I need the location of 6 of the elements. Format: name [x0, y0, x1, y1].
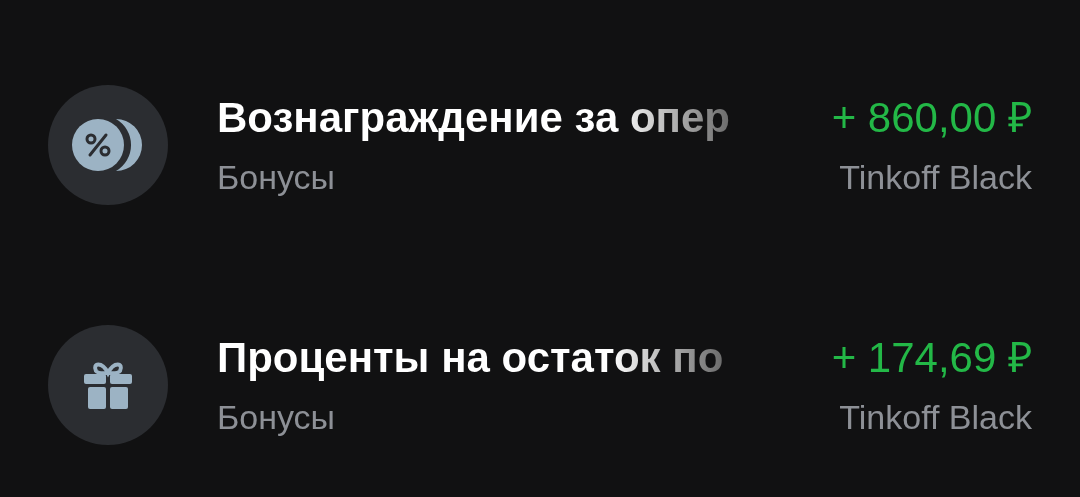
account-name: Tinkoff Black: [839, 397, 1032, 437]
account-name: Tinkoff Black: [839, 157, 1032, 197]
operation-amount: + 860,00 ₽: [831, 93, 1032, 143]
operation-category: Бонусы: [217, 157, 336, 197]
operation-category: Бонусы: [217, 397, 336, 437]
operation-amount: + 174,69 ₽: [831, 333, 1032, 383]
